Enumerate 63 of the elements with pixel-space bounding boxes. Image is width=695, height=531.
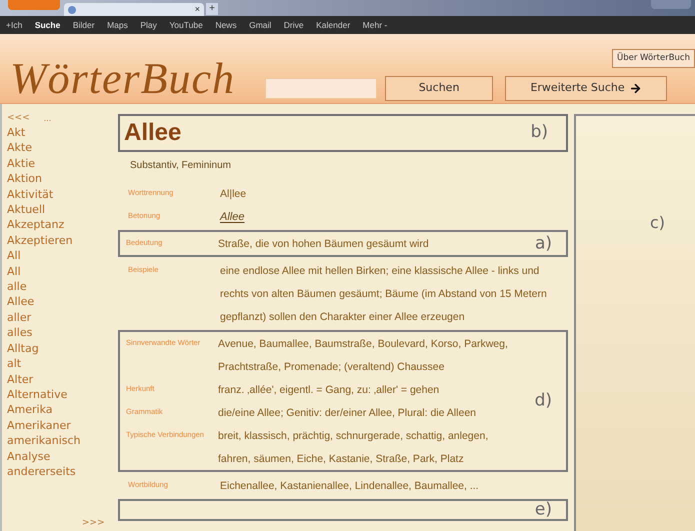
headword: Allee <box>124 118 182 148</box>
word-list-item[interactable]: Akzeptieren <box>7 232 112 248</box>
google-bar-link[interactable]: Suche <box>34 18 60 32</box>
section-marker: d) <box>534 389 552 412</box>
entry-value: breit, klassisch, prächtig, schnurgerade, schattig, anlegen, fahren, säumen, Eiche, Kastanie, Straße, Park, Platz <box>218 430 488 465</box>
word-list-item[interactable]: alt <box>7 356 112 372</box>
tab-close-button[interactable]: × <box>194 5 200 14</box>
word-list-item[interactable]: Akte <box>7 140 112 156</box>
google-bar-link[interactable]: News <box>215 18 237 32</box>
section-marker: a) <box>534 232 552 255</box>
browser-menu-button[interactable] <box>8 0 60 10</box>
google-bar-link[interactable]: YouTube <box>169 18 203 32</box>
word-list-item[interactable]: All <box>7 264 112 280</box>
new-tab-button[interactable]: + <box>206 3 218 15</box>
entry-value: Eichenallee, Kastanienallee, Lindenallee, Baumallee, ... <box>220 480 479 492</box>
word-list-item[interactable]: aller <box>7 310 112 326</box>
word-list-item[interactable]: Aktuell <box>7 202 112 218</box>
section-marker: e) <box>534 498 552 522</box>
google-bar-link[interactable]: Maps <box>107 18 128 32</box>
word-list-item[interactable]: Amerikaner <box>7 418 112 434</box>
google-bar-link[interactable]: Gmail <box>249 18 272 32</box>
section-marker: c) <box>650 212 665 231</box>
section-marker: b) <box>530 121 548 144</box>
word-list-item[interactable]: amerikanisch <box>7 433 112 449</box>
google-bar-link[interactable]: Play <box>140 18 157 32</box>
word-list-item[interactable]: Alltag <box>7 340 112 356</box>
entry-value: die/eine Allee; Genitiv: der/einer Allee, Plural: die Alleen <box>218 407 476 419</box>
word-list-item[interactable]: Amerika <box>7 402 112 418</box>
word-list-item[interactable]: andererseits <box>7 464 112 480</box>
google-bar-link[interactable]: +Ich <box>6 18 22 32</box>
entry-value: Al|lee <box>220 188 246 200</box>
word-class: Substantiv, Femininum <box>130 159 232 173</box>
word-list-item[interactable]: Allee <box>7 294 112 310</box>
word-list-item[interactable]: alle <box>7 279 112 294</box>
search-button[interactable]: Suchen <box>385 76 494 101</box>
word-list-item[interactable]: Aktion <box>7 171 112 187</box>
entry-value: eine endlose Allee mit hellen Birken; eine klassische Allee - links und rechts von alten Bäumen gesäumt; Bäume (im Abstand von 15 Metern gepflanzt) sollen den Charakter einer Allee erzeugen <box>220 265 547 323</box>
browser-tab[interactable]: × <box>64 3 204 16</box>
favicon-icon <box>68 6 76 14</box>
stress-value: Allee <box>220 211 244 223</box>
google-bar-link[interactable]: Bilder <box>72 18 95 32</box>
word-list-item[interactable]: Alternative <box>7 386 112 402</box>
search-field[interactable] <box>265 78 378 99</box>
ellipsis-text: ... <box>44 112 52 124</box>
word-list-item[interactable]: Analyse <box>7 448 112 464</box>
google-bar-link[interactable]: Drive <box>284 18 304 32</box>
previous-page-link[interactable]: <<< <box>7 112 30 126</box>
about-button[interactable]: Über WörterBuch <box>612 49 695 68</box>
word-list-item[interactable]: Akt <box>7 125 112 140</box>
word-list-item[interactable]: Aktivität <box>7 186 112 202</box>
site-logo: WörterBuch <box>10 57 236 101</box>
entry-value: Straße, die von hohen Bäumen gesäumt wird <box>218 238 429 250</box>
entry-value: franz. ‚allée', eigentl. = Gang, zu: ‚aller' = gehen <box>218 384 440 396</box>
word-list-item[interactable]: Aktie <box>7 156 112 172</box>
word-list-item[interactable]: All <box>7 248 112 264</box>
next-page-link[interactable]: >>> <box>82 516 105 530</box>
word-list-item[interactable]: alles <box>7 325 112 341</box>
word-list-item[interactable]: Alter <box>7 372 112 387</box>
google-bar-link[interactable]: Mehr - <box>362 18 388 32</box>
arrow-right-icon <box>628 82 642 95</box>
google-bar-link[interactable]: Kalender <box>316 18 350 32</box>
word-list-item[interactable]: Akzeptanz <box>7 217 112 233</box>
advanced-search-button[interactable]: Erweiterte Suche <box>505 76 668 101</box>
